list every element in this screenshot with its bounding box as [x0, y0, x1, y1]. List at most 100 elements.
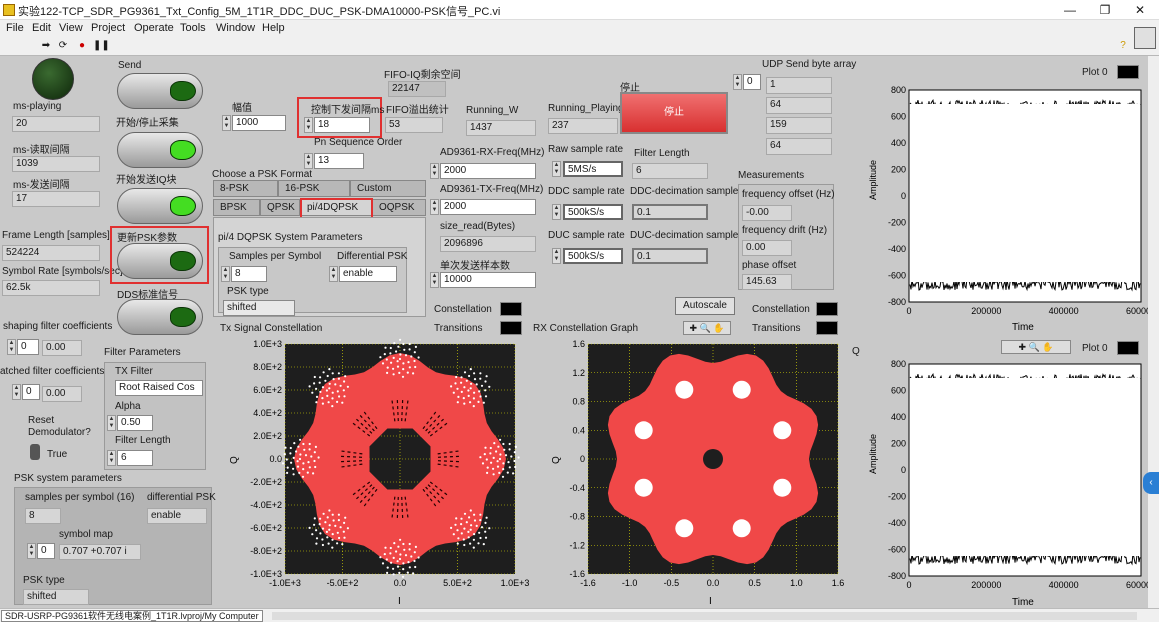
menu-view[interactable]: View	[59, 22, 83, 34]
ctrl-interval-spinner[interactable]: ▲ ▼	[304, 117, 313, 133]
menu-window[interactable]: Window	[216, 22, 255, 34]
playing-led	[32, 58, 74, 100]
time-q-palette[interactable]: ✚ 🔍 ✋	[1001, 340, 1071, 354]
pause-icon[interactable]: ❚❚	[93, 40, 110, 52]
tx-filter-select[interactable]: Root Raised Cos	[115, 380, 203, 396]
symbol-map-index[interactable]: 0	[37, 543, 55, 559]
alpha-input[interactable]: 0.50	[117, 415, 153, 431]
menu-help[interactable]: Help	[262, 22, 285, 34]
diffpsk-label: differential PSK	[147, 492, 216, 503]
single-send-spinner[interactable]: ▲ ▼	[430, 272, 439, 288]
fifo-overflow-value: 53	[385, 117, 443, 133]
close-button[interactable]: ✕	[1125, 1, 1155, 19]
tx-transitions-legend-icon[interactable]	[500, 321, 522, 335]
psk-type-value-left: shifted	[23, 589, 89, 605]
rx-freq-input[interactable]: 2000	[440, 163, 536, 179]
pn-order-input[interactable]: 13	[314, 153, 364, 169]
duc-sr-spinner[interactable]: ▲ ▼	[552, 248, 561, 264]
tx-freq-spinner[interactable]: ▲ ▼	[430, 199, 439, 215]
udp-index[interactable]: 0	[743, 74, 761, 90]
rx-transitions-legend-icon[interactable]	[816, 321, 838, 335]
psk-type-select[interactable]: shifted	[223, 300, 295, 316]
symbol-map-spinner[interactable]: ▲ ▼	[27, 543, 36, 559]
menu-project[interactable]: Project	[91, 22, 125, 34]
rx-constellation-legend-icon[interactable]	[816, 302, 838, 316]
single-send-input[interactable]: 10000	[440, 272, 536, 288]
side-expand-icon[interactable]: ‹	[1143, 472, 1159, 494]
diff-psk-input[interactable]: enable	[339, 266, 397, 282]
y-tick-label: -200	[888, 492, 906, 502]
status-bar: SDR-USRP-PG9361软件无线电案例_1T1R.lvproj/My Co…	[0, 608, 1159, 622]
shaping-index[interactable]: 0	[17, 339, 39, 355]
y-tick-label: 0.8	[572, 397, 585, 407]
matched-index[interactable]: 0	[22, 384, 40, 400]
ms-playing-label: ms-playing	[13, 101, 62, 112]
ddc-sr-spinner[interactable]: ▲ ▼	[552, 204, 561, 220]
udp-index-spinner[interactable]: ▲ ▼	[733, 74, 742, 90]
tx-constellation-title: Tx Signal Constellation	[220, 323, 323, 334]
maximize-button[interactable]: ❐	[1090, 1, 1120, 19]
filter-length-spinner[interactable]: ▲ ▼	[107, 450, 116, 466]
shaping-index-spinner[interactable]: ▲ ▼	[7, 339, 16, 355]
alpha-spinner[interactable]: ▲ ▼	[107, 415, 116, 431]
rx-center-hole	[703, 449, 723, 469]
diff-psk-label: Differential PSK	[337, 251, 408, 262]
diff-psk-spinner[interactable]: ▲ ▼	[329, 266, 338, 282]
send-button[interactable]	[117, 73, 203, 109]
menu-operate[interactable]: Operate	[134, 22, 174, 34]
vertical-scrollbar[interactable]	[1148, 56, 1159, 608]
minimize-button[interactable]: —	[1055, 1, 1085, 19]
start-stop-button[interactable]	[117, 132, 203, 168]
run-continuous-icon[interactable]: ⟳	[57, 40, 69, 52]
running-w-label: Running_W	[466, 105, 519, 116]
graph-palette[interactable]: ✚ 🔍 ✋	[683, 321, 731, 335]
menu-tools[interactable]: Tools	[180, 22, 206, 34]
ctrl-interval-input[interactable]: 18	[314, 117, 370, 133]
ddc-sr-select[interactable]: 500kS/s	[563, 204, 623, 220]
tab-custom[interactable]: Custom	[350, 180, 426, 197]
pi4-title: pi/4 DQPSK System Parameters	[218, 232, 363, 243]
help-icon[interactable]: ?	[1117, 40, 1129, 52]
rx-freq-spinner[interactable]: ▲ ▼	[430, 163, 439, 179]
menu-edit[interactable]: Edit	[32, 22, 51, 34]
rx-transitions-legend-label: Transitions	[752, 323, 801, 334]
tab-oqpsk[interactable]: OQPSK	[372, 199, 426, 216]
time-q-plot-legend-icon[interactable]	[1117, 341, 1139, 355]
size-read-label: size_read(Bytes)	[440, 221, 516, 232]
abort-icon[interactable]: ●	[76, 40, 88, 52]
time-i-plot-legend-icon[interactable]	[1117, 65, 1139, 79]
tab-qpsk[interactable]: QPSK	[260, 199, 300, 216]
sps-input[interactable]: 8	[231, 266, 267, 282]
filter-length-input[interactable]: 6	[117, 450, 153, 466]
amplitude-spinner[interactable]: ▲ ▼	[222, 115, 231, 131]
menu-file[interactable]: File	[6, 22, 24, 34]
amplitude-input[interactable]: 1000	[232, 115, 286, 131]
raw-sr-select[interactable]: 5MS/s	[563, 161, 623, 177]
ddc-dec-value: 0.1	[632, 204, 708, 220]
ddc-dec-label: DDC-decimation sample	[630, 186, 739, 197]
rx-symbol-point	[634, 478, 653, 497]
tab-bpsk[interactable]: BPSK	[213, 199, 260, 216]
y-tick-label: 0.0	[269, 454, 282, 464]
raw-sr-spinner[interactable]: ▲ ▼	[552, 161, 561, 177]
run-arrow-icon[interactable]: ➡	[40, 40, 52, 52]
tx-constellation-legend-icon[interactable]	[500, 302, 522, 316]
y-tick-label: 200	[891, 439, 906, 449]
stop-button[interactable]: 停止	[620, 92, 728, 134]
pn-order-spinner[interactable]: ▲ ▼	[304, 153, 313, 169]
time-i-graph: 8006004002000-200-400-600-8000 200000 4000…	[868, 85, 1148, 332]
matched-value: 0.00	[42, 386, 82, 402]
tab-8psk[interactable]: 8-PSK	[213, 180, 278, 197]
sps-spinner[interactable]: ▲ ▼	[221, 266, 230, 282]
start-iq-button[interactable]	[117, 188, 203, 224]
update-psk-button[interactable]	[117, 243, 203, 279]
dds-button[interactable]	[117, 299, 203, 335]
reset-toggle[interactable]	[30, 444, 40, 460]
matched-index-spinner[interactable]: ▲ ▼	[12, 384, 21, 400]
x-tick-label: 200000	[971, 580, 1001, 590]
tx-freq-input[interactable]: 2000	[440, 199, 536, 215]
autoscale-button[interactable]: Autoscale	[675, 297, 735, 315]
horizontal-scrollbar[interactable]	[272, 612, 1137, 620]
tab-16psk[interactable]: 16-PSK	[278, 180, 350, 197]
duc-sr-select[interactable]: 500kS/s	[563, 248, 623, 264]
